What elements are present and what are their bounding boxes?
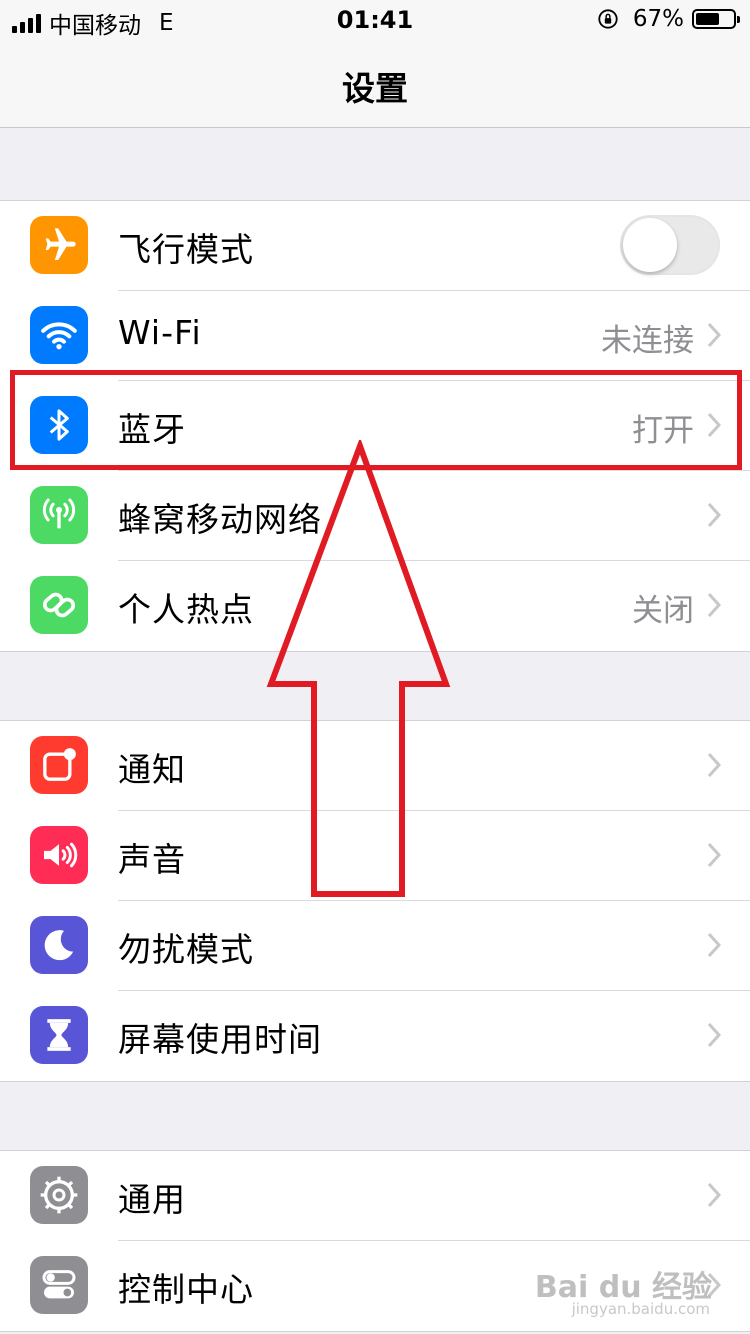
battery-percentage: 67%	[632, 6, 684, 32]
status-bar: 中国移动 E 01:41 67%	[0, 0, 750, 40]
airplane-mode-toggle[interactable]	[620, 215, 720, 275]
notifications-icon	[30, 736, 88, 794]
settings-row-sounds[interactable]: 声音	[0, 811, 750, 901]
chevron-right-icon	[707, 1182, 722, 1208]
settings-row-screen-time[interactable]: 屏幕使用时间	[0, 991, 750, 1081]
settings-row-label: 个人热点	[118, 590, 254, 629]
hotspot-status: 关闭	[632, 593, 694, 629]
settings-row-bluetooth[interactable]: 蓝牙 打开	[0, 381, 750, 471]
chevron-right-icon	[707, 842, 722, 868]
signal-strength-icon	[12, 13, 41, 33]
chevron-right-icon	[707, 502, 722, 528]
settings-row-label: 声音	[118, 840, 186, 879]
settings-row-label: Wi-Fi	[118, 313, 202, 352]
sound-icon	[30, 826, 88, 884]
control-center-icon	[30, 1256, 88, 1314]
chevron-right-icon	[707, 412, 722, 438]
settings-group-notifications: 通知 声音 勿扰模式 屏幕使用时间	[0, 720, 750, 1082]
settings-row-notifications[interactable]: 通知	[0, 721, 750, 811]
page-title: 设置	[342, 69, 408, 108]
settings-row-cellular[interactable]: 蜂窝移动网络	[0, 471, 750, 561]
settings-row-label: 飞行模式	[118, 230, 254, 269]
chevron-right-icon	[707, 932, 722, 958]
hourglass-icon	[30, 1006, 88, 1064]
airplane-icon	[30, 216, 88, 274]
settings-row-label: 通用	[118, 1180, 186, 1219]
settings-row-label: 勿扰模式	[118, 930, 254, 969]
carrier-name: 中国移动	[49, 13, 141, 39]
settings-row-label: 屏幕使用时间	[118, 1020, 322, 1059]
wifi-status: 未连接	[601, 323, 694, 359]
settings-row-personal-hotspot[interactable]: 个人热点 关闭	[0, 561, 750, 651]
hotspot-icon	[30, 576, 88, 634]
wifi-icon	[30, 306, 88, 364]
gear-icon	[30, 1166, 88, 1224]
orientation-lock-icon	[598, 9, 618, 29]
settings-row-label: 蜂窝移动网络	[118, 500, 322, 539]
baidu-watermark-url: jingyan.baidu.com	[571, 1300, 710, 1318]
battery-icon	[692, 9, 740, 29]
chevron-right-icon	[707, 592, 722, 618]
settings-row-do-not-disturb[interactable]: 勿扰模式	[0, 901, 750, 991]
navigation-bar: 设置	[0, 40, 750, 128]
chevron-right-icon	[707, 322, 722, 348]
settings-row-label: 控制中心	[118, 1270, 254, 1309]
settings-row-wifi[interactable]: Wi-Fi 未连接	[0, 291, 750, 381]
settings-row-general[interactable]: 通用	[0, 1151, 750, 1241]
chevron-right-icon	[707, 752, 722, 778]
settings-row-label: 蓝牙	[118, 410, 186, 449]
settings-row-airplane-mode[interactable]: 飞行模式	[0, 201, 750, 291]
network-type: E	[159, 10, 174, 36]
settings-group-connectivity: 飞行模式 Wi-Fi 未连接 蓝牙 打开 蜂窝移动网络 个人热点 关闭	[0, 200, 750, 652]
settings-row-label: 通知	[118, 750, 186, 789]
chevron-right-icon	[707, 1022, 722, 1048]
bluetooth-icon	[30, 396, 88, 454]
bluetooth-status: 打开	[632, 413, 694, 449]
moon-icon	[30, 916, 88, 974]
cellular-icon	[30, 486, 88, 544]
